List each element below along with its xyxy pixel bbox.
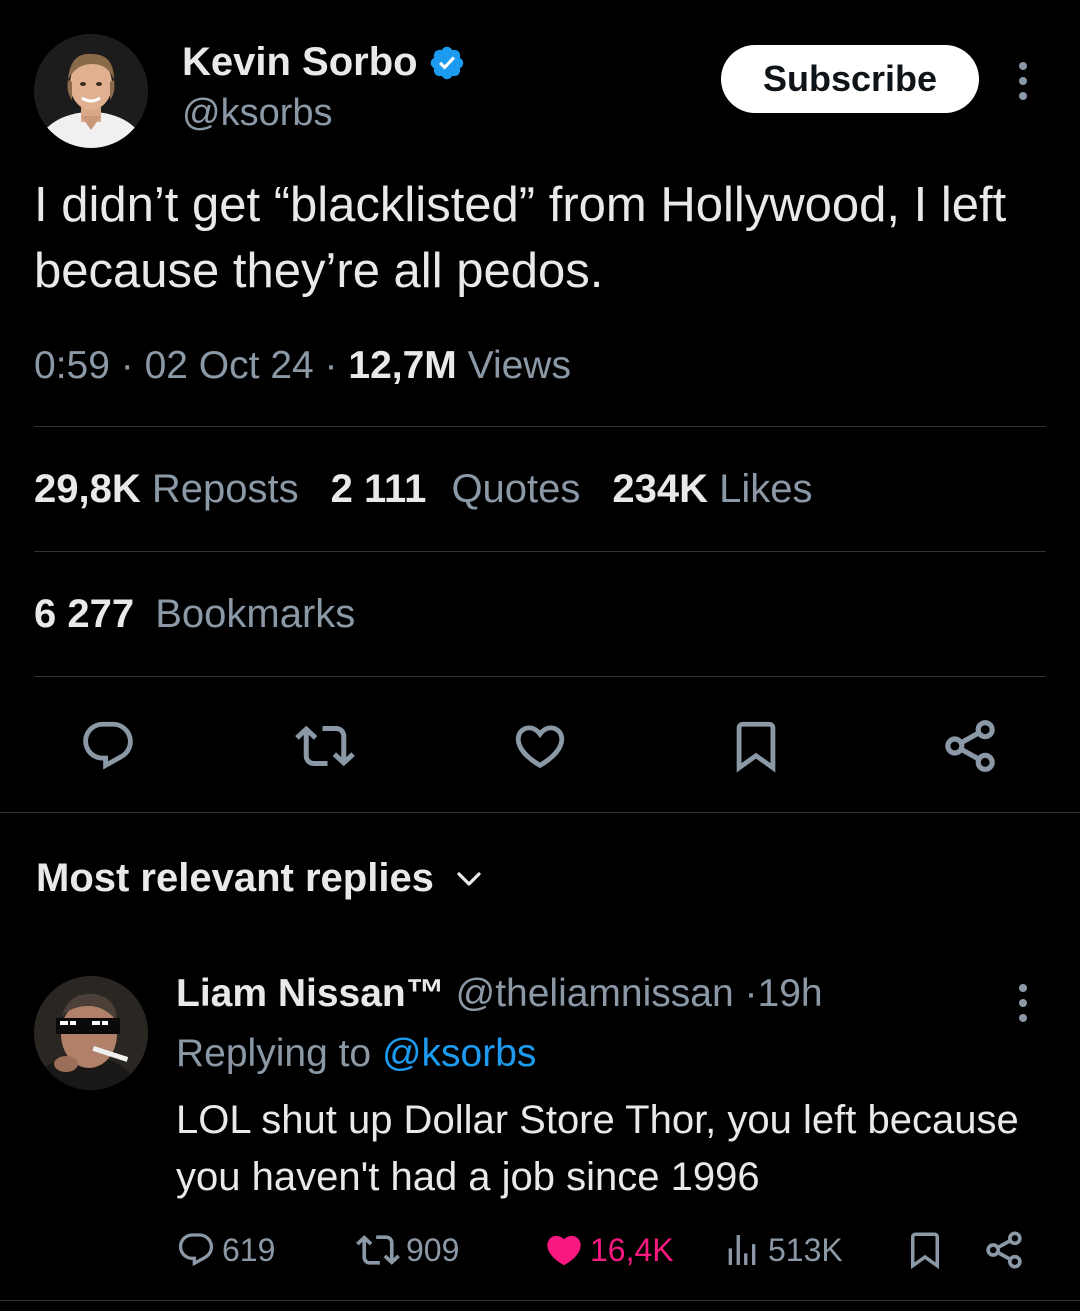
subscribe-button[interactable]: Subscribe (721, 45, 979, 113)
replies-sort-dropdown[interactable]: Most relevant replies (36, 856, 484, 901)
likes-count: 234K (612, 467, 709, 511)
repost-icon (356, 1235, 400, 1265)
author-avatar-image (34, 34, 148, 148)
reply-time[interactable]: 19h (758, 972, 823, 1015)
quotes-label: Quotes (451, 467, 581, 511)
share-icon[interactable] (940, 716, 1000, 776)
replying-to-label: Replying to (176, 1032, 372, 1075)
reply-bookmark-button[interactable] (904, 1226, 946, 1274)
divider (34, 551, 1046, 552)
tweet-meta: 0:59 · 02 Oct 24 · 12,7M Views (34, 344, 571, 388)
reply-header: Liam Nissan™ @theliamnissan ·19h (176, 972, 823, 1016)
reposts-label: Reposts (151, 467, 299, 511)
reply-like-count: 16,4K (590, 1231, 674, 1268)
reply-avatar-image (34, 976, 148, 1090)
reply-author-avatar[interactable] (34, 976, 148, 1090)
views-label: Views (467, 344, 571, 387)
chevron-down-icon (457, 871, 481, 886)
reposts-stat[interactable]: 29,8K Reposts (34, 467, 299, 511)
reply-more-options-icon[interactable] (1017, 984, 1029, 1022)
reply-icon (178, 1233, 214, 1267)
reply-views-button[interactable]: 513K (722, 1226, 843, 1274)
replying-to: Replying to @ksorbs (176, 1032, 536, 1076)
reply-separator: · (744, 972, 758, 1015)
section-divider (0, 1300, 1080, 1301)
tweet-text: I didn’t get “blacklisted” from Hollywoo… (34, 178, 1007, 298)
reply-author-handle[interactable]: @theliamnissan (456, 972, 734, 1015)
like-icon[interactable] (510, 716, 570, 776)
bookmark-icon[interactable] (726, 716, 786, 776)
reposts-count: 29,8K (34, 467, 141, 511)
divider (34, 426, 1046, 427)
bookmarks-stat[interactable]: 6 277 Bookmarks (34, 592, 355, 637)
quotes-stat[interactable]: 2 111 Quotes (331, 467, 581, 511)
reply-view-count: 513K (768, 1231, 843, 1268)
engagement-stats: 29,8K Reposts 2 111 Quotes 234K Likes (34, 467, 813, 512)
bookmark-icon (911, 1232, 939, 1270)
author-handle[interactable]: @ksorbs (182, 92, 333, 135)
reply-repost-button[interactable]: 909 (356, 1226, 459, 1274)
quotes-count: 2 111 (330, 467, 427, 511)
reply-share-button[interactable] (984, 1226, 1024, 1274)
replies-sort-label: Most relevant replies (36, 856, 434, 900)
share-icon (986, 1231, 1022, 1269)
meta-separator: · (324, 344, 338, 387)
meta-separator: · (120, 344, 134, 387)
repost-icon[interactable] (295, 716, 355, 776)
likes-stat[interactable]: 234K Likes (612, 467, 812, 511)
views-count: 12,7M (348, 344, 457, 387)
divider (34, 676, 1046, 677)
author-name[interactable]: Kevin Sorbo (182, 40, 418, 85)
tweet-more-options-icon[interactable] (1017, 62, 1029, 100)
reply-author-name[interactable]: Liam Nissan™ (176, 972, 445, 1015)
reply-repost-count: 909 (406, 1231, 460, 1268)
reply-reply-count: 619 (222, 1231, 276, 1268)
section-divider (0, 812, 1080, 813)
replying-to-handle-link[interactable]: @ksorbs (382, 1032, 536, 1075)
author-avatar[interactable] (34, 34, 148, 148)
author-name-row[interactable]: Kevin Sorbo (182, 40, 466, 85)
reply-reply-button[interactable]: 619 (176, 1226, 275, 1274)
bookmarks-count: 6 277 (34, 592, 135, 636)
heart-filled-icon (547, 1235, 581, 1266)
tweet-date[interactable]: 02 Oct 24 (145, 344, 314, 387)
bookmarks-label: Bookmarks (155, 592, 356, 636)
reply-like-button[interactable]: 16,4K (544, 1226, 674, 1274)
reply-text: LOL shut up Dollar Store Thor, you left … (176, 1098, 1019, 1199)
reply-icon[interactable] (78, 716, 138, 776)
tweet-time[interactable]: 0:59 (34, 344, 110, 387)
verified-badge-icon (430, 46, 463, 79)
views-chart-icon (728, 1235, 756, 1265)
likes-label: Likes (719, 467, 813, 511)
